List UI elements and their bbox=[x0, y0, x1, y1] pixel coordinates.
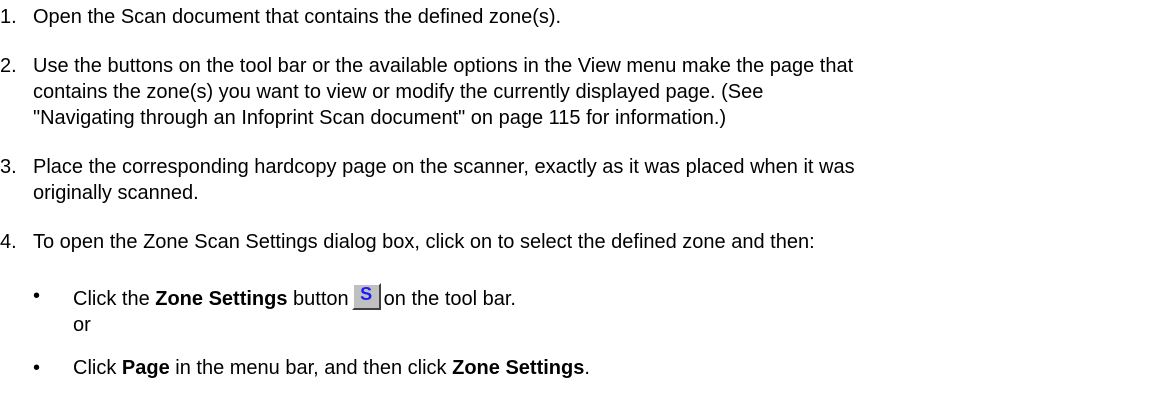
bullet-line: Click the Zone Settings button Son the to… bbox=[73, 283, 516, 310]
zone-settings-label: Zone Settings bbox=[155, 288, 288, 310]
step-line: Place the corresponding hardcopy page on… bbox=[33, 156, 855, 178]
step-line: "Navigating through an Infoprint Scan do… bbox=[33, 107, 727, 129]
step-text: To open the Zone Scan Settings dialog bo… bbox=[33, 229, 815, 255]
step-line: To open the Zone Scan Settings dialog bo… bbox=[33, 231, 815, 253]
zone-settings-icon: S bbox=[351, 283, 381, 310]
step-number: 3. bbox=[0, 156, 17, 178]
step-line: Use the buttons on the tool bar or the a… bbox=[33, 55, 854, 77]
step-number: 1. bbox=[0, 6, 17, 28]
step-text: Place the corresponding hardcopy page on… bbox=[33, 154, 855, 206]
bullet-or: or bbox=[73, 314, 91, 336]
step-text: Use the buttons on the tool bar or the a… bbox=[33, 53, 853, 131]
step-number: 2. bbox=[0, 55, 17, 77]
step-line: Open the Scan document that contains the… bbox=[33, 6, 562, 28]
bullet-text: Click the Zone Settings button Son the to… bbox=[73, 283, 516, 338]
step-number: 4. bbox=[0, 231, 17, 253]
page-menu-label: Page bbox=[121, 357, 170, 379]
step-line: originally scanned. bbox=[33, 182, 199, 204]
bullet-text: Click Page in the menu bar, and then cli… bbox=[73, 357, 590, 379]
bullet-icon: • bbox=[33, 285, 41, 307]
zone-settings-menu-label: Zone Settings bbox=[452, 357, 585, 379]
step-line: contains the zone(s) you want to view or… bbox=[33, 81, 764, 103]
step-text: Open the Scan document that contains the… bbox=[33, 4, 561, 30]
bullet-icon: • bbox=[33, 357, 41, 379]
